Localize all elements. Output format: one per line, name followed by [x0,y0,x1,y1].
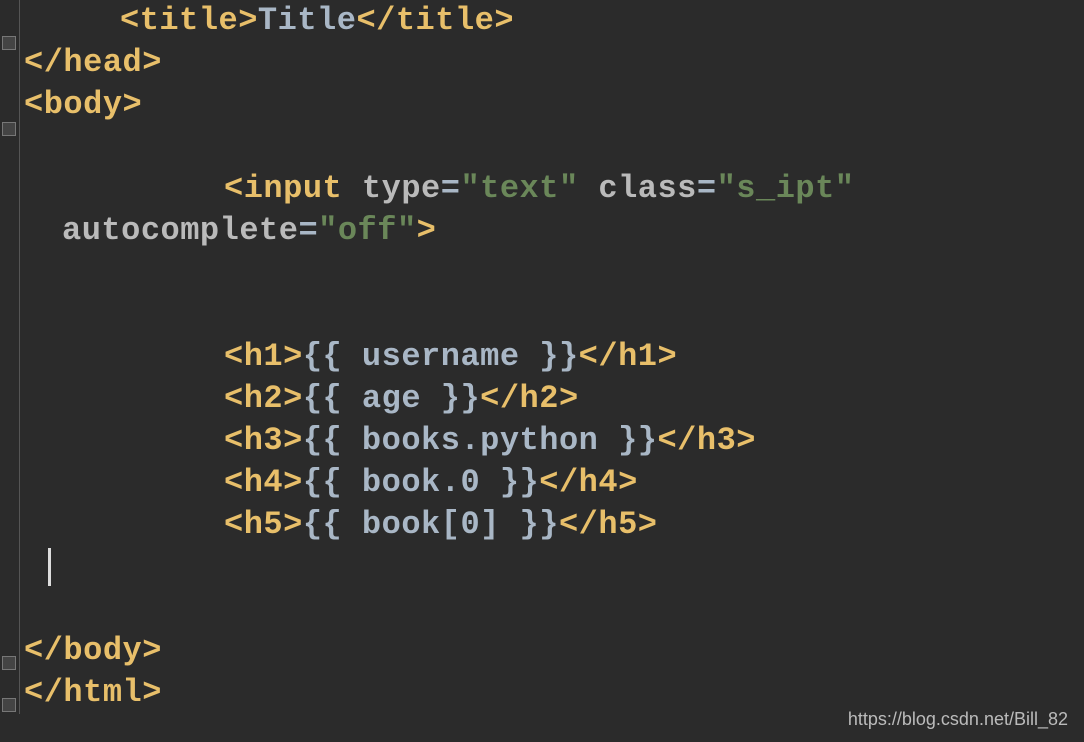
val-autocomplete: "off" [318,212,417,249]
tag-h5-close: </h5> [559,506,658,543]
tag-input-close: > [417,212,437,249]
code-line[interactable]: <h3>{{ books.python }}</h3> [24,420,1084,462]
code-line[interactable]: <h5>{{ book[0] }}</h5> [24,504,1084,546]
blank-line [24,126,1084,168]
watermark-text: https://blog.csdn.net/Bill_82 [848,709,1068,730]
code-line[interactable]: <h2>{{ age }}</h2> [24,378,1084,420]
fold-marker-icon[interactable] [2,122,16,136]
val-type: "text" [460,170,578,207]
h1-content: {{ username }} [303,338,579,375]
tag-head-close: </head> [24,44,162,81]
code-line[interactable]: </head> [24,42,1084,84]
tag-body-close: </body> [24,632,162,669]
tag-input-open: <input [224,170,342,207]
code-line[interactable]: <input type="text" class="s_ipt" [24,168,1084,210]
h2-content: {{ age }} [303,380,480,417]
tag-h3-close: </h3> [657,422,756,459]
tag-h1-open: <h1> [224,338,303,375]
fold-marker-icon[interactable] [2,36,16,50]
tag-h3-open: <h3> [224,422,303,459]
blank-line [24,252,1084,294]
attr-class: class [598,170,697,207]
attr-type: type [362,170,441,207]
h4-content: {{ book.0 }} [303,464,539,501]
code-line-cursor[interactable] [24,546,1084,588]
blank-line [24,294,1084,336]
tag-body-open: <body> [24,86,142,123]
tag-title-open: <title> [120,2,258,39]
code-line[interactable]: <h1>{{ username }}</h1> [24,336,1084,378]
tag-h4-open: <h4> [224,464,303,501]
code-line[interactable]: <h4>{{ book.0 }}</h4> [24,462,1084,504]
code-line[interactable]: </body> [24,630,1084,672]
tag-title-close: </title> [356,2,514,39]
code-line[interactable]: <title>Title</title> [24,0,1084,42]
tag-h2-open: <h2> [224,380,303,417]
code-editor[interactable]: <title>Title</title> </head> <body> <inp… [0,0,1084,714]
editor-gutter [0,0,20,714]
code-line[interactable]: autocomplete="off"> [24,210,1084,252]
fold-marker-icon[interactable] [2,656,16,670]
tag-h4-close: </h4> [539,464,638,501]
val-class: "s_ipt" [717,170,855,207]
h3-content: {{ books.python }} [303,422,658,459]
fold-marker-icon[interactable] [2,698,16,712]
h5-content: {{ book[0] }} [303,506,559,543]
code-line[interactable]: <body> [24,84,1084,126]
attr-autocomplete: autocomplete [62,212,298,249]
tag-h1-close: </h1> [579,338,678,375]
title-text: Title [258,2,357,39]
code-line[interactable]: </html> [24,672,1084,714]
tag-h5-open: <h5> [224,506,303,543]
tag-h2-close: </h2> [480,380,579,417]
blank-line [24,588,1084,630]
text-cursor [48,548,51,586]
tag-html-close: </html> [24,674,162,711]
